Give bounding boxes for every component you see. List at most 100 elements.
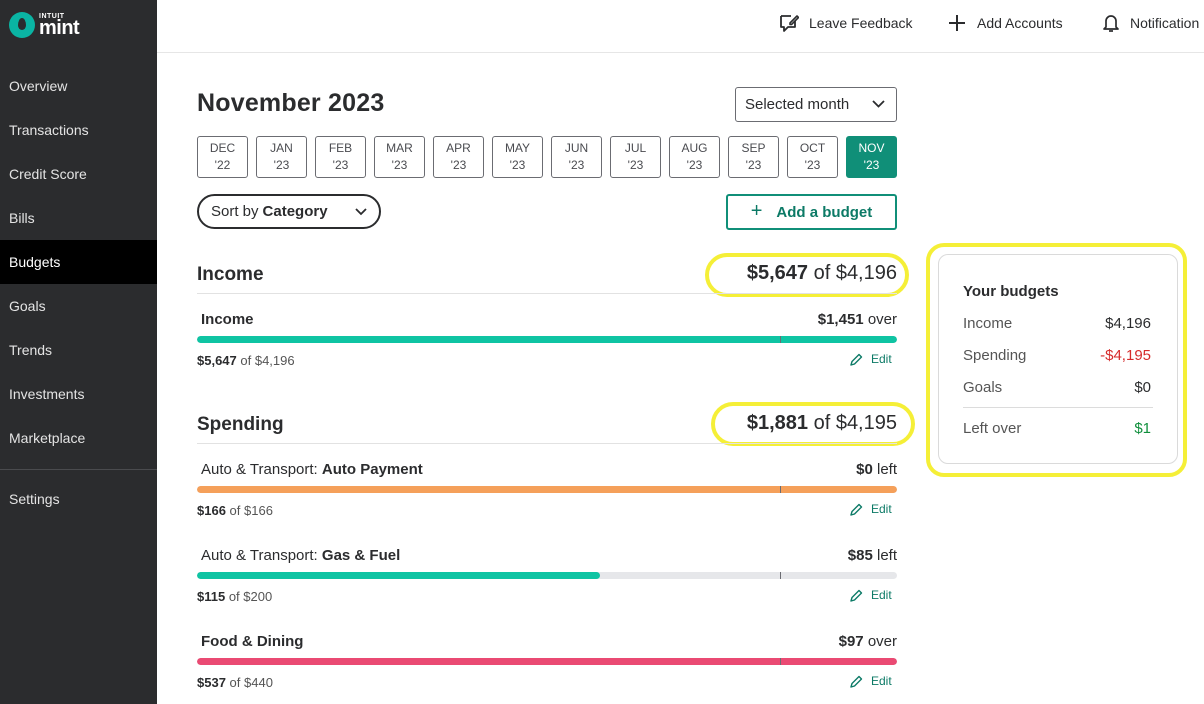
summary-spending-value: -$4,195 — [1100, 347, 1151, 364]
month-label: JUN — [564, 141, 589, 155]
month-label: SEP — [741, 141, 766, 155]
month-year: '23 — [686, 158, 703, 172]
budget-row-name: Auto & Transport: Auto Payment — [201, 461, 423, 478]
sidebar-item-transactions[interactable]: Transactions — [0, 108, 157, 152]
budget-summary-card: Your budgets Income $4,196 Spending -$4,… — [938, 254, 1178, 464]
month-year: '23 — [568, 158, 585, 172]
budget-actual: $537 — [197, 675, 226, 690]
budget-limit-marker — [780, 572, 781, 579]
month-button-jan-23[interactable]: JAN '23 — [256, 136, 307, 178]
month-button-jul-23[interactable]: JUL '23 — [610, 136, 661, 178]
month-button-dec-22[interactable]: DEC '22 — [197, 136, 248, 178]
spending-section-title: Spending — [197, 414, 284, 435]
edit-budget-link[interactable]: Edit — [850, 674, 892, 688]
chevron-down-icon — [872, 100, 885, 108]
budget-limit: of $166 — [229, 503, 273, 518]
month-button-may-23[interactable]: MAY '23 — [492, 136, 543, 178]
month-button-oct-23[interactable]: OCT '23 — [787, 136, 838, 178]
month-button-apr-23[interactable]: APR '23 — [433, 136, 484, 178]
budget-row-amount: $115 of $200 — [197, 589, 272, 604]
edit-label: Edit — [871, 502, 892, 516]
leave-feedback-button[interactable]: Leave Feedback — [778, 12, 913, 34]
budget-status-amount: $1,451 — [817, 311, 864, 328]
pencil-icon — [850, 675, 863, 688]
budget-status-word: left — [876, 461, 897, 478]
income-total-highlight — [705, 253, 909, 297]
budget-row-name: Income — [201, 311, 254, 328]
sidebar-item-investments[interactable]: Investments — [0, 372, 157, 416]
budget-limit-marker — [780, 336, 781, 343]
budget-row-amount: $5,647 of $4,196 — [197, 353, 295, 368]
month-label: APR — [446, 141, 471, 155]
budget-progress-fill — [197, 658, 897, 665]
month-button-nov-23[interactable]: NOV '23 — [846, 136, 897, 178]
budget-actual: $5,647 — [197, 353, 237, 368]
sidebar-item-trends[interactable]: Trends — [0, 328, 157, 372]
month-label: NOV — [858, 141, 885, 155]
income-divider — [197, 293, 897, 294]
month-year: '23 — [450, 158, 467, 172]
budget-category: Auto & Transport: — [201, 547, 318, 564]
mint-logo[interactable]: INTUIT mint — [9, 11, 80, 39]
pencil-icon — [850, 353, 863, 366]
edit-budget-link[interactable]: Edit — [850, 502, 892, 516]
sidebar-item-overview[interactable]: Overview — [0, 64, 157, 108]
top-bar: Leave Feedback Add Accounts Notification — [157, 0, 1204, 53]
budget-status-word: over — [867, 311, 897, 328]
budget-actual: $166 — [197, 503, 226, 518]
month-label: MAR — [386, 141, 413, 155]
summary-divider — [963, 407, 1153, 408]
sidebar-item-marketplace[interactable]: Marketplace — [0, 416, 157, 460]
add-accounts-button[interactable]: Add Accounts — [947, 12, 1063, 34]
summary-goals-label: Goals — [963, 379, 1003, 396]
budget-progress-bar — [197, 658, 897, 665]
budget-subcategory: Auto Payment — [321, 461, 423, 478]
summary-income-label: Income — [963, 315, 1013, 332]
summary-spending-label: Spending — [963, 347, 1027, 364]
budget-subcategory: Food & Dining — [201, 633, 304, 650]
budget-row-name: Food & Dining — [201, 633, 303, 650]
budget-row-status: $97 over — [839, 633, 897, 650]
month-select-dropdown[interactable]: Selected month — [735, 87, 897, 122]
summary-left-over-label: Left over — [963, 420, 1022, 437]
budget-progress-bar — [197, 572, 897, 579]
month-button-mar-23[interactable]: MAR '23 — [374, 136, 425, 178]
month-label: OCT — [799, 141, 826, 155]
budget-progress-fill — [197, 336, 897, 343]
sidebar-item-settings[interactable]: Settings — [0, 477, 157, 521]
budget-row-name: Auto & Transport: Gas & Fuel — [201, 547, 400, 564]
month-button-aug-23[interactable]: AUG '23 — [669, 136, 720, 178]
plus-icon: + — [750, 199, 763, 222]
budget-limit: of $200 — [228, 589, 273, 604]
month-year: '23 — [509, 158, 526, 172]
add-budget-button[interactable]: + Add a budget — [726, 194, 897, 230]
edit-budget-link[interactable]: Edit — [850, 588, 892, 602]
budget-row-status: $0 left — [856, 461, 897, 478]
month-label: FEB — [328, 141, 353, 155]
month-label: AUG — [681, 141, 708, 155]
add-budget-label: Add a budget — [776, 203, 873, 221]
budget-status-amount: $97 — [838, 633, 864, 650]
notifications-button[interactable]: Notification — [1102, 12, 1199, 34]
edit-budget-link[interactable]: Edit — [850, 352, 892, 366]
sidebar-item-budgets[interactable]: Budgets — [0, 240, 157, 284]
budget-status-word: over — [867, 633, 897, 650]
month-label: MAY — [504, 141, 531, 155]
budget-status-word: left — [876, 547, 897, 564]
chevron-down-icon — [355, 208, 367, 216]
budget-limit-marker — [780, 658, 781, 665]
edit-label: Edit — [871, 674, 892, 688]
budget-subcategory: Income — [201, 311, 254, 328]
month-button-sep-23[interactable]: SEP '23 — [728, 136, 779, 178]
sort-by-dropdown[interactable]: Sort by Category — [197, 194, 381, 229]
month-button-jun-23[interactable]: JUN '23 — [551, 136, 602, 178]
leave-feedback-label: Leave Feedback — [809, 15, 913, 31]
mint-leaf-icon — [9, 12, 35, 38]
spending-total-highlight — [711, 402, 915, 446]
sidebar-item-credit-score[interactable]: Credit Score — [0, 152, 157, 196]
sidebar-item-goals[interactable]: Goals — [0, 284, 157, 328]
sort-by-value: Category — [262, 203, 328, 220]
budget-progress-fill — [197, 486, 897, 493]
month-button-feb-23[interactable]: FEB '23 — [315, 136, 366, 178]
sidebar-item-bills[interactable]: Bills — [0, 196, 157, 240]
